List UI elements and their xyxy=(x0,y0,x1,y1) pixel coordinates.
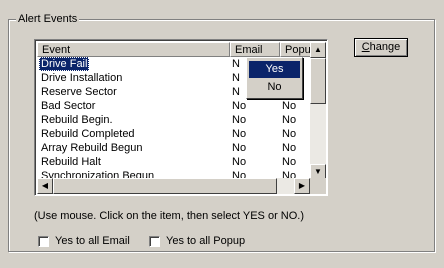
yes-to-all-popup-checkbox[interactable]: Yes to all Popup xyxy=(149,235,245,247)
popup-cell: No xyxy=(282,128,297,140)
horizontal-scrollbar[interactable]: ◀ ▶ xyxy=(37,178,310,194)
change-button-label: hange xyxy=(369,41,401,53)
table-row[interactable]: Array Rebuild Begun No No xyxy=(37,141,311,155)
menu-item-no[interactable]: No xyxy=(249,79,300,96)
vertical-scrollbar[interactable]: ▲ ▼ xyxy=(310,42,326,180)
email-cell: N xyxy=(232,72,240,84)
email-cell: No xyxy=(232,114,247,126)
list-header: Event Email Popup xyxy=(37,42,311,57)
event-cell: Reserve Sector xyxy=(41,86,117,98)
group-title: Alert Events xyxy=(16,12,80,26)
vertical-scroll-thumb[interactable] xyxy=(310,58,326,104)
checkbox-box[interactable] xyxy=(38,235,49,247)
scroll-up-arrow-icon[interactable]: ▲ xyxy=(310,42,326,58)
popup-cell: No xyxy=(282,142,297,154)
email-cell: No xyxy=(232,128,247,140)
scroll-left-arrow-icon[interactable]: ◀ xyxy=(37,178,53,194)
popup-cell: No xyxy=(282,100,297,112)
column-header-event[interactable]: Event xyxy=(37,42,230,57)
event-cell: Drive Fail xyxy=(39,57,90,71)
table-row[interactable]: Rebuild Completed No No xyxy=(37,127,311,141)
event-cell: Array Rebuild Begun xyxy=(41,142,143,154)
email-cell: N xyxy=(232,86,240,98)
change-button-mnemonic: C xyxy=(361,41,370,53)
yes-no-context-menu: Yes No xyxy=(246,57,303,99)
popup-cell: No xyxy=(282,156,297,168)
email-cell: No xyxy=(232,142,247,154)
checkbox-box[interactable] xyxy=(149,235,160,247)
event-cell: Drive Installation xyxy=(41,72,123,84)
column-header-popup[interactable]: Popup xyxy=(280,42,311,57)
popup-cell: No xyxy=(282,114,297,126)
scroll-right-arrow-icon[interactable]: ▶ xyxy=(294,178,310,194)
table-row[interactable]: Rebuild Halt No No xyxy=(37,155,311,169)
event-cell: Rebuild Completed xyxy=(41,128,135,140)
table-row[interactable]: Rebuild Begin. No No xyxy=(37,113,311,127)
yes-to-all-email-checkbox[interactable]: Yes to all Email xyxy=(38,235,130,247)
column-header-email[interactable]: Email xyxy=(230,42,280,57)
event-cell: Rebuild Halt xyxy=(41,156,101,168)
checkbox-label: Yes to all Popup xyxy=(166,235,246,247)
menu-item-yes[interactable]: Yes xyxy=(249,61,300,78)
checkbox-label: Yes to all Email xyxy=(55,235,130,247)
table-row[interactable]: Bad Sector No No xyxy=(37,99,311,113)
email-cell: No xyxy=(232,156,247,168)
scrollbar-corner xyxy=(310,178,326,194)
email-cell: N xyxy=(232,58,240,70)
instruction-text: (Use mouse. Click on the item, then sele… xyxy=(34,210,305,222)
event-cell: Rebuild Begin. xyxy=(41,114,113,126)
event-cell: Bad Sector xyxy=(41,100,96,112)
email-cell: No xyxy=(232,100,247,112)
horizontal-scroll-thumb[interactable] xyxy=(53,178,277,194)
change-button[interactable]: Change xyxy=(354,38,408,57)
